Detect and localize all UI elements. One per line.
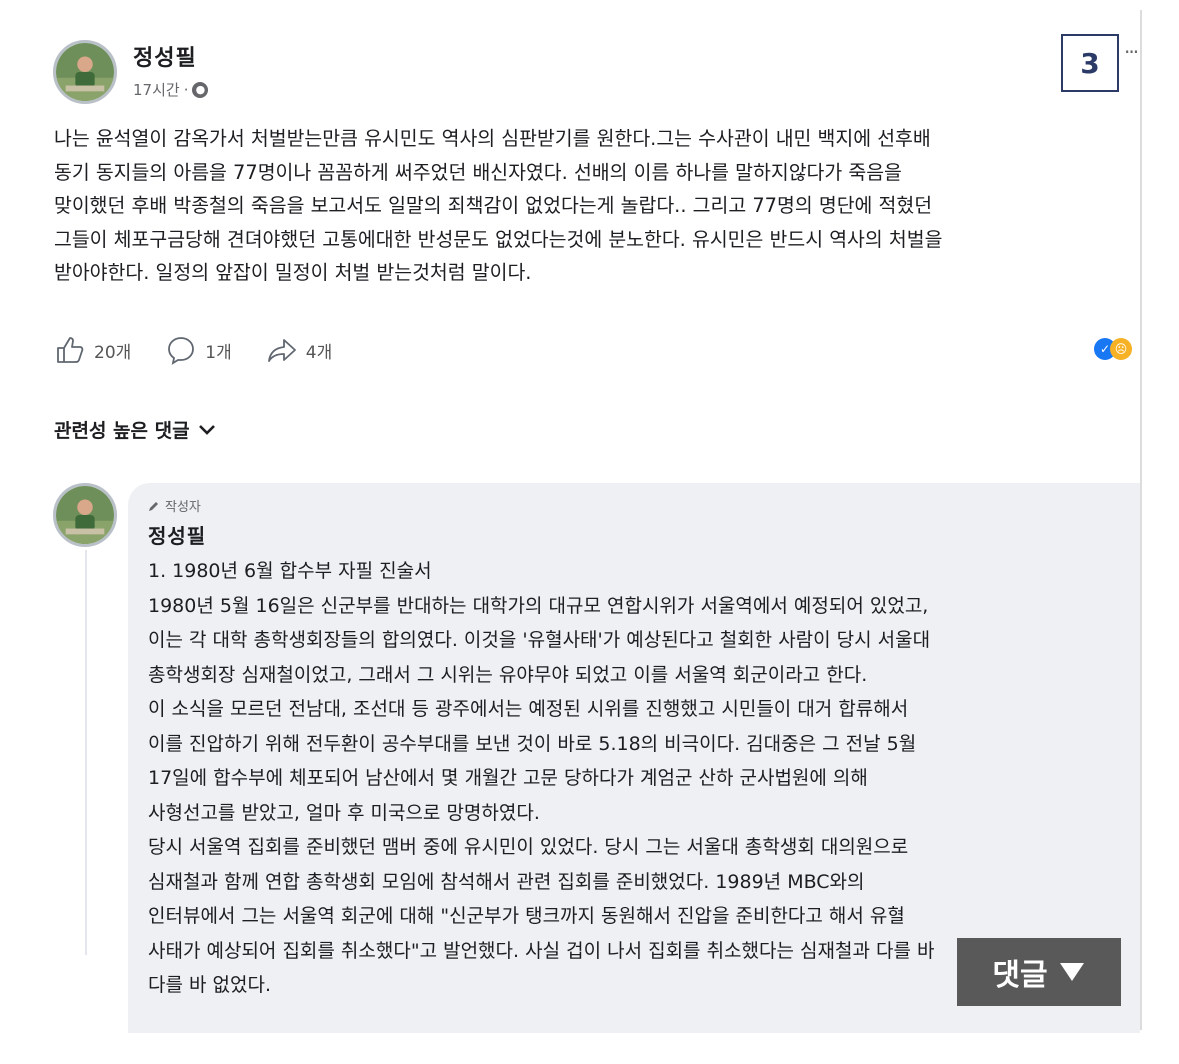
page-number-badge: 3 bbox=[1061, 34, 1119, 92]
sad-reaction-icon: ☹ bbox=[1110, 338, 1132, 360]
comment-bubble-icon bbox=[168, 337, 195, 365]
comment-text: 1. 1980년 6월 합수부 자필 진술서 1980년 5월 16일은 신군부… bbox=[148, 560, 935, 996]
more-options-icon[interactable]: ··· bbox=[1124, 40, 1139, 64]
share-arrow-icon bbox=[267, 339, 296, 362]
avatar-photo bbox=[56, 486, 114, 544]
post-meta: 17시간 · ● bbox=[133, 79, 209, 100]
share-button[interactable]: 4개 bbox=[266, 334, 332, 366]
author-avatar[interactable] bbox=[53, 40, 117, 104]
comments-toggle-button[interactable]: 댓글 bbox=[957, 938, 1121, 1006]
like-button[interactable]: 20개 bbox=[54, 334, 131, 366]
comment-count: 1개 bbox=[205, 342, 232, 363]
post-actions: 20개 1개 4개 bbox=[54, 334, 366, 366]
pencil-icon bbox=[149, 501, 158, 511]
globe-icon: ● bbox=[192, 81, 209, 98]
like-count: 20개 bbox=[94, 342, 132, 363]
thumbs-up-icon bbox=[57, 337, 84, 363]
post-text: 나는 윤석열이 감옥가서 처벌받는만큼 유시민도 역사의 심판받기를 원한다.그… bbox=[54, 127, 943, 284]
author-tag-label: 작성자 bbox=[165, 500, 201, 515]
comment-author-name[interactable]: 정성필 bbox=[148, 520, 206, 549]
sort-label: 관련성 높은 댓글 bbox=[54, 420, 190, 442]
comments-toggle-label: 댓글 bbox=[992, 958, 1048, 993]
author-tag: 작성자 bbox=[148, 496, 201, 515]
reaction-summary[interactable]: ✓ ☹ bbox=[1094, 338, 1132, 360]
thread-line bbox=[85, 550, 87, 955]
triangle-down-icon bbox=[1059, 963, 1084, 981]
share-count: 4개 bbox=[305, 342, 333, 363]
comment-sort-dropdown[interactable]: 관련성 높은 댓글 bbox=[54, 416, 216, 443]
content-border bbox=[1140, 10, 1142, 1030]
post-time[interactable]: 17시간 bbox=[133, 79, 180, 100]
avatar-photo bbox=[56, 43, 114, 101]
comment-button[interactable]: 1개 bbox=[165, 334, 232, 366]
chevron-down-icon bbox=[198, 424, 215, 435]
post-author-name[interactable]: 정성필 bbox=[133, 40, 197, 72]
commenter-avatar[interactable] bbox=[53, 483, 117, 547]
meta-separator: · bbox=[183, 80, 189, 99]
